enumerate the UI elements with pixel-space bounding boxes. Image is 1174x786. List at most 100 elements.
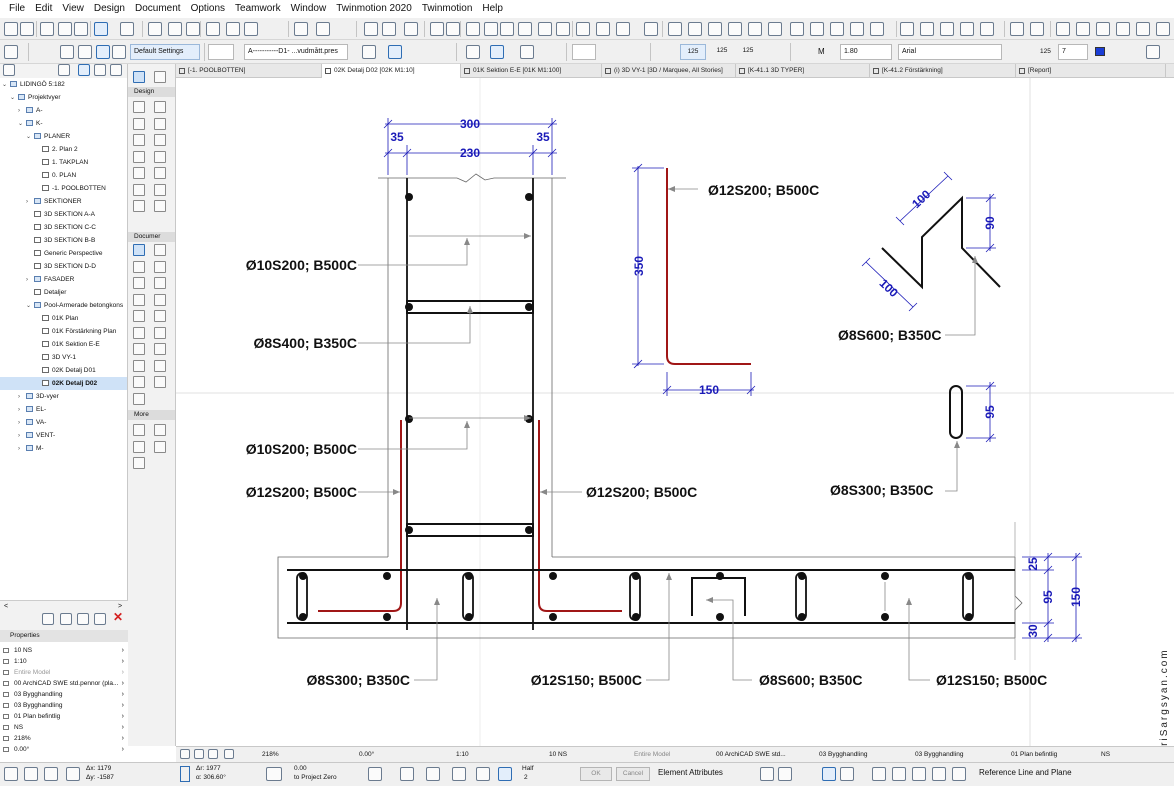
property-row[interactable]: 10 NS › — [0, 645, 128, 656]
redo-icon[interactable] — [20, 22, 34, 36]
change-tool-icon[interactable] — [133, 392, 145, 405]
menu-item-window[interactable]: Window — [286, 0, 332, 18]
line-style-select[interactable]: A-----------D1- ...vudmått.pres — [244, 44, 348, 60]
scale-value[interactable]: 1:10 — [456, 747, 469, 763]
doc-icon[interactable] — [900, 22, 914, 36]
zoom-value[interactable]: 218% — [262, 747, 279, 763]
elevation-icon[interactable] — [576, 22, 590, 36]
lock-icon[interactable] — [426, 767, 440, 781]
fill-icon[interactable] — [822, 767, 836, 781]
geometry-icon[interactable] — [952, 767, 966, 781]
spline-tool-icon[interactable] — [133, 326, 145, 339]
fill-tool-icon[interactable] — [133, 293, 145, 306]
reference-line-label[interactable]: Reference Line and Plane — [979, 768, 1072, 777]
shell-tool-icon[interactable] — [154, 134, 166, 146]
text-height-input[interactable]: 1.80 — [840, 44, 892, 60]
detail-marker-icon[interactable] — [688, 22, 702, 36]
hatch-icon[interactable] — [840, 767, 854, 781]
pen-number-input[interactable]: 7 — [1058, 44, 1088, 60]
window-icon[interactable] — [120, 22, 134, 36]
navigator-folder[interactable]: › M- — [0, 442, 127, 455]
navigator-view-item[interactable]: 1. TAKPLAN — [0, 156, 127, 169]
menu-item-twinmotion-2020[interactable]: Twinmotion 2020 — [331, 0, 417, 18]
layout-book-icon[interactable] — [768, 22, 782, 36]
user-icon[interactable] — [1156, 22, 1170, 36]
text-style-icon[interactable] — [1146, 45, 1160, 59]
tab-7[interactable]: [Report] — [1016, 64, 1166, 78]
slope-icon[interactable] — [266, 767, 282, 781]
pen-option-1[interactable]: 125 — [680, 44, 706, 60]
navigator-folder[interactable]: › VENT- — [0, 429, 127, 442]
frame-icon[interactable] — [960, 22, 974, 36]
circle-tool-icon[interactable] — [133, 310, 145, 322]
navigator-view-item[interactable]: 02K Detalj D01 — [0, 364, 127, 377]
navigator-folder[interactable]: › SEKTIONER — [0, 195, 127, 208]
section-icon[interactable] — [596, 22, 610, 36]
navigator-folder[interactable]: › VA- — [0, 416, 127, 429]
snap-points-icon[interactable] — [498, 767, 512, 781]
tab-4[interactable]: (i) 3D VY-1 [3D / Marquee, All Stories] — [602, 64, 736, 78]
worksheet-icon[interactable] — [668, 22, 682, 36]
eyedropper-icon[interactable] — [760, 767, 774, 781]
worksheet-tool-icon[interactable] — [133, 376, 145, 388]
tab-5[interactable]: [K-41.1 3D TYPER] — [736, 64, 870, 78]
navigator-view-item[interactable]: 3D SEKTION C-C — [0, 221, 127, 234]
navigator-folder[interactable]: ⌄ PLANER — [0, 130, 127, 143]
layer-combination-value[interactable]: 03 Bygghandling — [819, 747, 867, 763]
dimension-geometry-icon[interactable] — [490, 45, 504, 59]
menu-item-document[interactable]: Document — [130, 0, 186, 18]
ns-value[interactable]: NS — [1101, 747, 1110, 763]
cube-icon[interactable] — [556, 22, 570, 36]
snap-divisions-value[interactable]: 2 — [524, 774, 528, 781]
navigator-view-item[interactable]: Generic Perspective — [0, 247, 127, 260]
cut-icon[interactable] — [206, 22, 220, 36]
property-row[interactable]: 00 ArchiCAD SWE std.pennor (pla... › — [0, 678, 128, 689]
figure-tool-icon[interactable] — [133, 343, 145, 355]
grid-tool-icon[interactable] — [154, 260, 166, 273]
navigator-view-item[interactable]: 3D SEKTION B-B — [0, 234, 127, 247]
clone-view-icon[interactable] — [60, 613, 72, 625]
scroll-right-arrow[interactable]: > — [118, 603, 122, 610]
window-tool-icon[interactable] — [154, 150, 166, 163]
navigator-view-item[interactable]: Detaljer — [0, 286, 127, 299]
pen-option-3[interactable]: 125 — [736, 44, 760, 60]
receive-icon[interactable] — [850, 22, 864, 36]
interior-tool-icon[interactable] — [154, 359, 166, 372]
marker-icon[interactable] — [466, 22, 480, 36]
ortho-icon[interactable] — [66, 767, 80, 781]
menu-item-view[interactable]: View — [57, 0, 89, 18]
house-icon[interactable] — [538, 22, 552, 36]
fit-in-window-icon[interactable] — [224, 749, 234, 759]
scroll-left-arrow[interactable]: < — [4, 603, 8, 610]
properties-header[interactable]: Properties — [0, 630, 128, 642]
window-icon[interactable] — [96, 45, 110, 59]
delete-icon[interactable]: ✕ — [113, 610, 123, 624]
navigator-folder[interactable]: › FASADER — [0, 273, 127, 286]
navigator-folder[interactable]: › 3D-vyer — [0, 390, 127, 403]
dimension-method-icon[interactable] — [388, 45, 402, 59]
menu-item-options[interactable]: Options — [186, 0, 230, 18]
tab-2[interactable]: 02K Detalj D02 [02K M1:10] — [322, 64, 461, 78]
navigator-view-item[interactable]: 01K Sektion E-E — [0, 338, 127, 351]
list-icon[interactable] — [1030, 22, 1044, 36]
home-icon[interactable] — [500, 22, 514, 36]
marquee-tool-icon[interactable] — [154, 71, 166, 83]
new-folder-icon[interactable] — [42, 613, 54, 625]
icon-a[interactable] — [316, 22, 330, 36]
pan-icon[interactable] — [186, 22, 200, 36]
magic-wand-icon[interactable] — [476, 767, 490, 781]
pen-color-swatch[interactable] — [1095, 47, 1105, 56]
elevation-tool-icon[interactable] — [133, 359, 145, 372]
tab-3[interactable]: 01K Sektion E-E [01K M1:100] — [461, 64, 602, 78]
layer-icon[interactable] — [872, 767, 886, 781]
line-icon[interactable] — [244, 22, 258, 36]
radial-dimension-tool-icon[interactable] — [133, 260, 145, 273]
layout-icon[interactable] — [294, 22, 308, 36]
arrow-tool-icon[interactable] — [4, 45, 18, 59]
zoom-icon[interactable] — [168, 22, 182, 36]
navigator-view-item[interactable]: -1. POOLBOTTEN — [0, 182, 127, 195]
undo-zoom-icon[interactable] — [180, 749, 190, 759]
element-attributes-label[interactable]: Element Attributes — [658, 768, 723, 777]
navigator-view-item[interactable]: 0. PLAN — [0, 169, 127, 182]
menu-item-edit[interactable]: Edit — [30, 0, 57, 18]
